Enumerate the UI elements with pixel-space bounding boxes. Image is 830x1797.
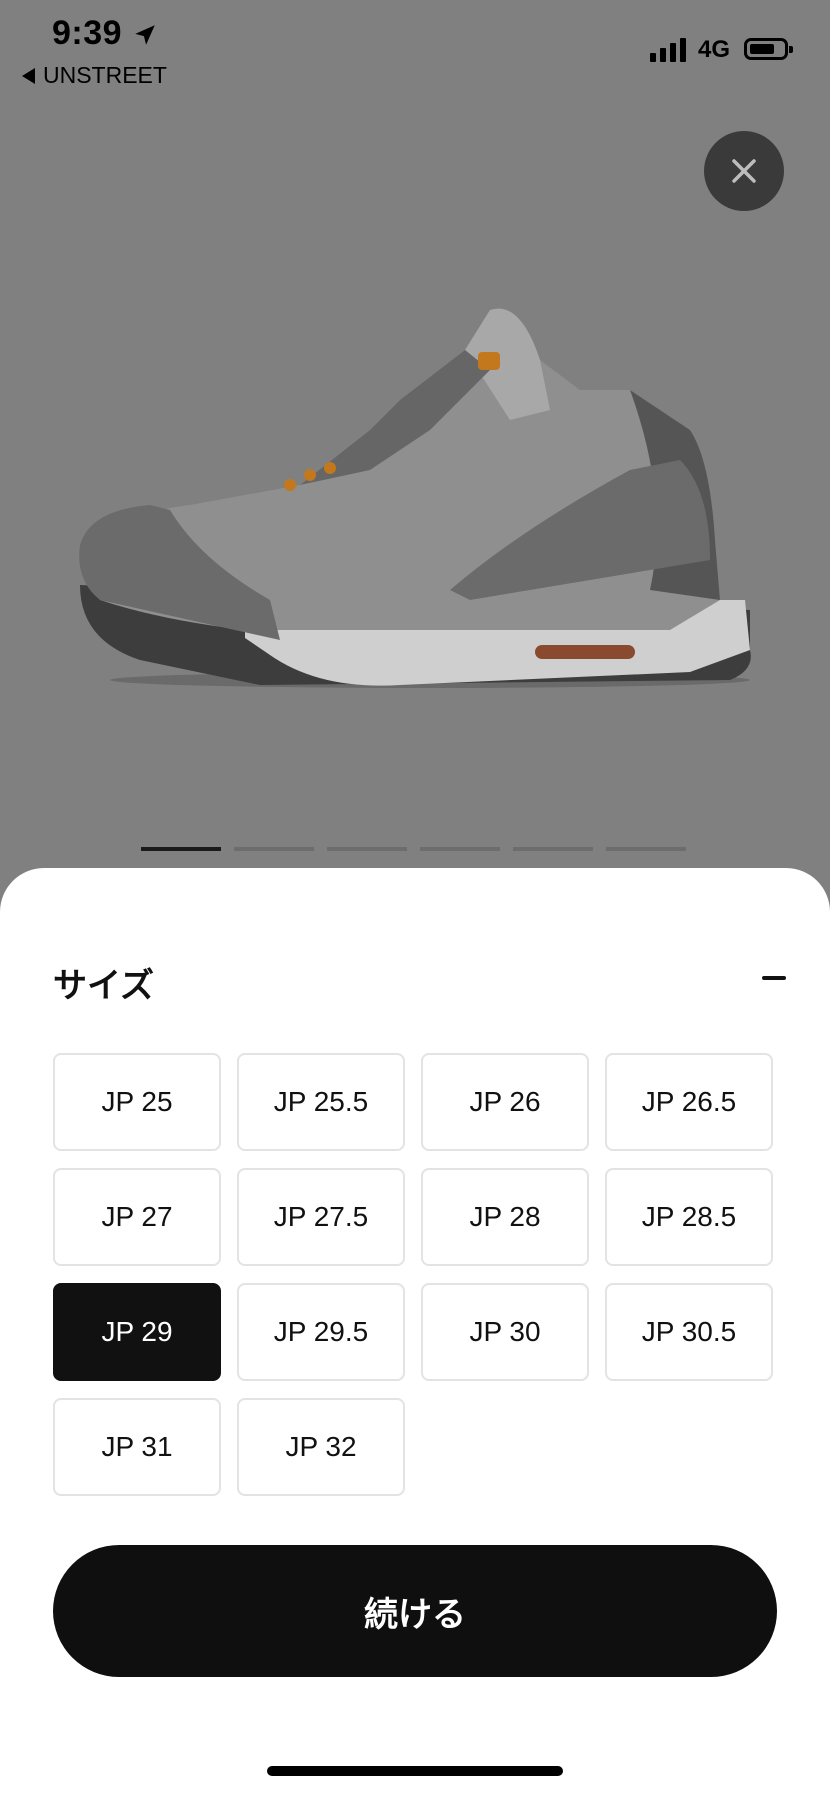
size-option[interactable]: JP 25.5 — [237, 1053, 405, 1151]
battery-icon — [744, 38, 793, 60]
size-option[interactable]: JP 26 — [421, 1053, 589, 1151]
back-app-label: UNSTREET — [43, 62, 167, 88]
size-option[interactable]: JP 30 — [421, 1283, 589, 1381]
cellular-signal-icon — [650, 36, 686, 62]
size-sheet-title: サイズ — [53, 967, 154, 1005]
continue-button[interactable]: 続ける — [53, 1545, 777, 1677]
size-option[interactable]: JP 27.5 — [237, 1168, 405, 1266]
close-icon — [732, 159, 756, 183]
back-triangle-icon — [22, 67, 35, 84]
image-pager — [141, 847, 686, 851]
pager-dot[interactable] — [234, 847, 314, 851]
size-option[interactable]: JP 32 — [237, 1398, 405, 1496]
status-time: 9:39 — [52, 14, 123, 52]
close-button[interactable] — [704, 131, 784, 211]
home-indicator — [267, 1766, 563, 1776]
pager-dot[interactable] — [420, 847, 500, 851]
size-option[interactable]: JP 30.5 — [605, 1283, 773, 1381]
size-option[interactable]: JP 31 — [53, 1398, 221, 1496]
network-type: 4G — [698, 36, 731, 63]
status-bar: 9:39 UNSTREET 4G — [0, 0, 830, 100]
pager-dot[interactable] — [606, 847, 686, 851]
size-option[interactable]: JP 25 — [53, 1053, 221, 1151]
size-option[interactable]: JP 28.5 — [605, 1168, 773, 1266]
back-to-app-link[interactable]: UNSTREET — [22, 62, 167, 89]
size-option[interactable]: JP 29.5 — [237, 1283, 405, 1381]
pager-dot[interactable] — [327, 847, 407, 851]
size-option[interactable]: JP 29 — [53, 1283, 221, 1381]
pager-dot[interactable] — [513, 847, 593, 851]
size-option[interactable]: JP 26.5 — [605, 1053, 773, 1151]
pager-dot[interactable] — [141, 847, 221, 851]
size-option[interactable]: JP 28 — [421, 1168, 589, 1266]
size-option[interactable]: JP 27 — [53, 1168, 221, 1266]
collapse-button[interactable] — [762, 976, 786, 980]
product-image[interactable] — [70, 300, 770, 700]
location-arrow-icon — [135, 25, 155, 45]
